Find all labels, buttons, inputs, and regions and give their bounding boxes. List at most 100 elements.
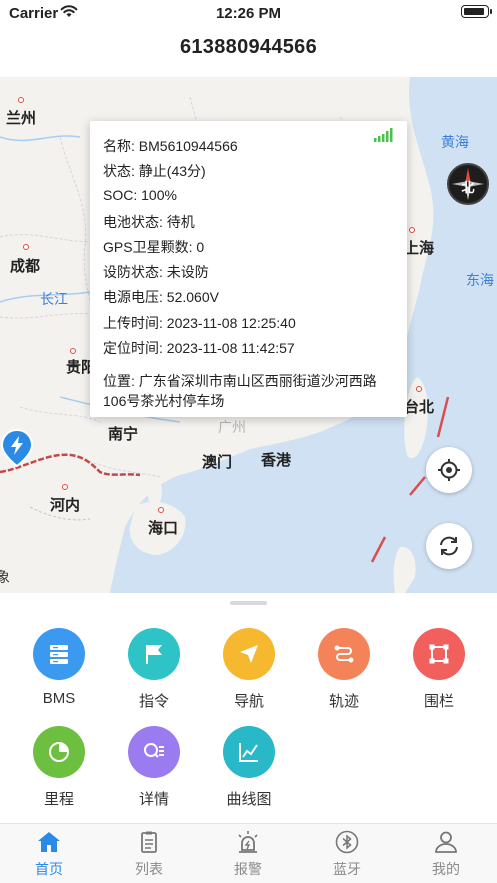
crosshair-icon [438,459,460,481]
info-key: SOC: [103,187,138,203]
city-label: 广州 [218,419,246,435]
info-row-soc: SOC: 100% [103,187,177,203]
info-key: 定位时间: [103,340,163,356]
navigation-label: 导航 [233,693,264,710]
navigation-arrow-icon [223,628,275,680]
navigation-button[interactable]: 导航 [209,628,289,711]
city-label: 成都 [10,258,41,275]
bluetooth-icon [335,830,359,854]
info-key: 上传时间: [103,315,163,331]
tab-home[interactable]: 首页 [9,830,89,879]
city-label: 河内 [50,497,81,514]
tab-bluetooth[interactable]: 蓝牙 [307,830,387,879]
info-key: 电源电压: [103,289,163,305]
city-label: 澳门 [202,454,233,471]
line-chart-icon [223,726,275,778]
city-label: 南宁 [108,426,139,443]
city-dot [416,386,422,392]
clock: 12:26 PM [215,5,282,22]
city-dot [409,227,415,233]
city-dot [70,348,76,354]
info-key: 电池状态: [103,214,163,230]
info-value: 0 [196,239,205,255]
city-dot [18,97,24,103]
tab-label: 首页 [35,861,63,877]
info-key: 名称: [103,138,135,154]
city-label: 兰州 [6,110,37,127]
info-row-upload-time: 上传时间: 2023-11-08 12:25:40 [103,313,296,333]
info-row-gps: GPS卫星颗数: 0 [103,237,204,257]
city-label: 上海 [404,240,435,257]
info-value: 未设防 [166,264,209,280]
signal-strength-icon [374,128,393,142]
sheet-drag-handle[interactable] [230,601,267,605]
curve-chart-label: 曲线图 [226,791,272,808]
detail-search-icon [128,726,180,778]
info-address: 位置: 广东省深圳市南山区西丽街道沙河西路106号茶光村停车场 [103,373,377,409]
info-value: BM5610944566 [138,138,238,154]
city-label: 香港 [261,452,292,469]
fence-label: 围栏 [423,693,454,710]
mileage-button[interactable]: 里程 [19,726,99,809]
info-value: 100% [141,187,177,203]
tab-list[interactable]: 列表 [109,830,189,879]
info-row-voltage: 电源电压: 52.060V [103,287,219,307]
info-value: 待机 [166,214,195,230]
refresh-button[interactable] [426,523,472,569]
fence-icon [413,628,465,680]
bms-button[interactable]: BMS [19,628,99,707]
city-label: 象 [0,569,10,585]
info-value: 静止(43分) [138,163,206,179]
city-dot [23,244,29,250]
location-marker-icon[interactable] [0,428,34,468]
status-bar: Carrier 12:26 PM [0,0,497,26]
device-info-popup: 名称: BM5610944566 状态: 静止(43分) SOC: 100% 电… [90,121,407,417]
info-key: 设防状态: [103,264,163,280]
locate-button[interactable] [426,447,472,493]
info-row-locate-time: 定位时间: 2023-11-08 11:42:57 [103,338,295,358]
river-label: 长江 [40,291,68,307]
info-key: GPS卫星颗数: [103,239,193,255]
tab-label: 列表 [135,861,163,877]
server-icon [33,628,85,680]
mileage-label: 里程 [43,791,74,808]
tab-alarm[interactable]: 报警 [208,830,288,879]
home-icon [38,832,60,852]
tab-mine[interactable]: 我的 [406,830,486,879]
tab-label: 我的 [432,861,460,877]
track-label: 轨迹 [328,693,359,710]
city-dot [62,484,68,490]
tab-label: 蓝牙 [333,861,361,877]
tab-bar: 首页 列表 报警 蓝牙 我的 [0,823,497,883]
info-row-arm-state: 设防状态: 未设防 [103,262,209,282]
info-row-name: 名称: BM5610944566 [103,136,238,156]
info-row-status: 状态: 静止(43分) [103,161,206,181]
battery-icon [461,5,492,18]
clipboard-icon [141,831,157,853]
compass-icon[interactable]: 北 [447,163,489,205]
sea-label: 黄海 [441,134,469,150]
info-value: 2023-11-08 12:25:40 [166,315,296,331]
detail-button[interactable]: 详情 [114,726,194,809]
command-label: 指令 [138,693,169,710]
info-row-battery-state: 电池状态: 待机 [103,212,195,232]
page-title: 613880944566 [179,36,318,58]
city-label: 海口 [148,520,179,537]
info-value: 2023-11-08 11:42:57 [166,340,295,356]
detail-label: 详情 [138,791,169,808]
info-value: 52.060V [166,289,219,305]
flag-icon [128,628,180,680]
tab-label: 报警 [234,861,262,877]
fence-button[interactable]: 围栏 [399,628,479,711]
alarm-icon [238,831,258,853]
user-icon [435,831,457,853]
compass-label: 北 [461,180,475,195]
sea-label: 东海 [466,272,494,288]
command-button[interactable]: 指令 [114,628,194,711]
refresh-icon [440,536,458,556]
bms-label: BMS [42,690,76,707]
curve-chart-button[interactable]: 曲线图 [209,726,289,809]
city-label: 台北 [404,399,435,416]
track-button[interactable]: 轨迹 [304,628,384,711]
pie-chart-icon [33,726,85,778]
